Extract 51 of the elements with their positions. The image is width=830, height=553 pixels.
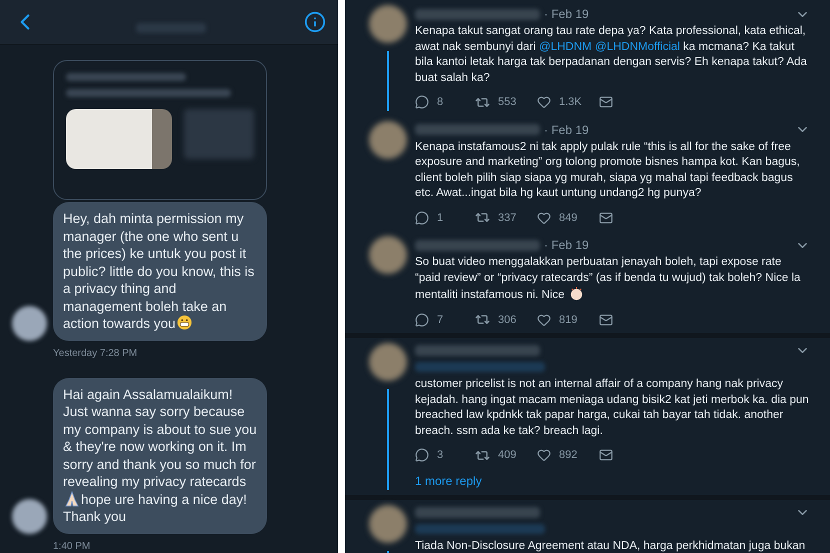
- like-count: 849: [559, 210, 578, 226]
- reply-icon[interactable]: [415, 95, 429, 110]
- mail-icon[interactable]: [599, 312, 613, 327]
- message-bubble: Hey, dah minta permission my manager (the one who sent u the prices) ke untuk you post it public? little do you know, this is a privacy thing and management boleh take an action towards you: [53, 202, 267, 340]
- heart-icon[interactable]: [537, 95, 551, 110]
- tweet-text: Kenapa instafamous2 ni tak apply pulak rule “this is all for the sake of free exposure and marketing” org tolong promote bisnes hampa kot. Kan bagus, client boleh pilih siap siapa yg murah, siapa yg mahal tapi feedback bagus etc. Awat...ingat bila hg kaut untung undang2 hg punya?: [415, 140, 801, 201]
- mail-icon[interactable]: [599, 448, 613, 462]
- tweet-date[interactable]: · Feb 19: [544, 120, 589, 138]
- avatar[interactable]: [368, 504, 406, 542]
- reply-icon[interactable]: [415, 312, 429, 327]
- tweet-date[interactable]: · Feb 19: [544, 5, 589, 23]
- heart-icon[interactable]: [537, 312, 551, 327]
- mention-link[interactable]: @LHDNMofficial: [595, 40, 680, 52]
- tweet-text: Tiada Non-Disclosure Agreement atau NDA, harga perkhidmatan juga bukan: [415, 538, 806, 553]
- reply-count: 3: [437, 448, 444, 463]
- retweet-count: 337: [498, 210, 516, 226]
- message-bubble: Hai again Assalamualaikum! Just wanna say sorry because my company is about to sue you & they're now working on it. Im sorry and thank you so much for revealing my privacy ratecards hope ure having a nice day! Thank you: [53, 378, 267, 534]
- heart-icon[interactable]: [537, 448, 551, 462]
- timestamp: Yesterday 7:28 PM: [53, 346, 138, 360]
- avatar[interactable]: [368, 236, 406, 274]
- reply-icon[interactable]: [415, 448, 429, 462]
- info-icon[interactable]: [304, 11, 326, 33]
- tweet-text: Kenapa takut sangat orang tau rate depa ya? Kata professional, kata ethical, awat nak sembunyi dari @LHDNM @LHDNMofficial ka mcmana? Ka takut bila kantoi letak harga tak berpadanan dengan servis? Eh kenapa takut? Ada buat salah ka?: [415, 24, 808, 86]
- like-count: 892: [559, 448, 578, 463]
- retweet-count: 409: [498, 448, 516, 463]
- mail-icon[interactable]: [599, 210, 613, 225]
- avatar: [12, 498, 47, 534]
- shared-post-card[interactable]: [53, 60, 267, 200]
- reply-icon[interactable]: [415, 210, 429, 225]
- like-count: 1.3K: [559, 95, 582, 110]
- avatar: [12, 306, 47, 340]
- grinning-face-icon: [176, 315, 192, 330]
- avatar[interactable]: [368, 120, 406, 158]
- avatar[interactable]: [368, 343, 406, 381]
- reply-count: 1: [437, 210, 444, 226]
- retweet-count: 553: [498, 95, 516, 110]
- more-replies-link[interactable]: 1 more reply: [415, 472, 810, 490]
- reply-count: 8: [437, 95, 444, 110]
- heart-icon[interactable]: [537, 210, 551, 225]
- avatar[interactable]: [368, 5, 406, 43]
- clapping-hands-icon: [568, 286, 584, 301]
- tweet-date[interactable]: · Feb 19: [544, 236, 589, 254]
- mail-icon[interactable]: [599, 95, 613, 110]
- blurred-text: [184, 109, 254, 159]
- tweet-text: So buat video menggalakkan perbuatan jenayah boleh, tapi expose rate “paid review” or “privacy ratecards” (as if benda tu wujud) tak boleh? Nice la mentaliti instafamous ni. Nice: [415, 255, 802, 303]
- mention-link[interactable]: @LHDNM: [539, 40, 592, 52]
- retweet-count: 306: [498, 312, 516, 328]
- like-count: 819: [559, 312, 578, 328]
- reply-count: 7: [437, 312, 444, 328]
- tweet-text: customer pricelist is not an internal affair of a company hang nak privacy kejadah. hang ingat macam meniaga udang bisik2 kat jeti merbok ka. dia pun breached law kpdnkk tak papar harga, cukai tah bayar tah tidak. another breach. ssm ada ke tak? breach lagi.: [415, 377, 810, 438]
- timestamp: 1:40 PM: [53, 540, 92, 553]
